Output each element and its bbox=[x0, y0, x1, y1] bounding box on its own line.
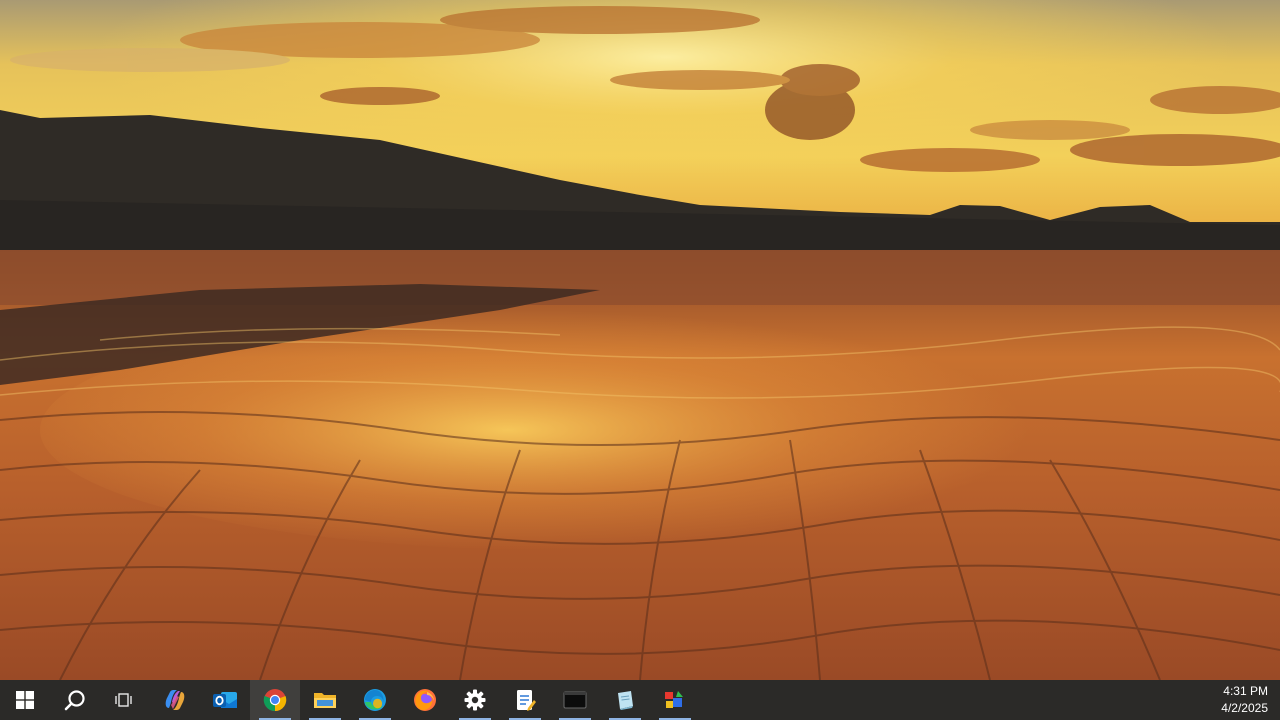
firefox-icon bbox=[414, 689, 436, 711]
system-clock[interactable]: 4:31 PM 4/2/2025 bbox=[1198, 680, 1268, 720]
taskbar bbox=[0, 680, 1280, 720]
chrome-icon bbox=[263, 689, 287, 712]
settings-icon bbox=[464, 689, 486, 711]
start-button[interactable] bbox=[0, 680, 50, 720]
task-view-button[interactable] bbox=[100, 680, 150, 720]
edge-icon bbox=[364, 689, 386, 711]
chrome-button[interactable] bbox=[250, 680, 300, 720]
outlook-icon bbox=[213, 692, 237, 708]
paint-button[interactable] bbox=[650, 680, 700, 720]
file-explorer-button[interactable] bbox=[300, 680, 350, 720]
outlook-button[interactable] bbox=[200, 680, 250, 720]
search-button[interactable] bbox=[50, 680, 100, 720]
copilot-button[interactable] bbox=[150, 680, 200, 720]
file-explorer-icon bbox=[314, 693, 336, 708]
notes-button[interactable] bbox=[600, 680, 650, 720]
terminal-icon bbox=[563, 691, 587, 709]
clock-date: 4/2/2025 bbox=[1221, 701, 1268, 715]
notepad-button[interactable] bbox=[500, 680, 550, 720]
task-view-icon bbox=[115, 693, 132, 707]
desktop-wallpaper bbox=[0, 0, 1280, 680]
desktop[interactable] bbox=[0, 0, 1280, 680]
search-icon bbox=[64, 690, 85, 711]
windows-start-icon bbox=[16, 691, 34, 709]
firefox-button[interactable] bbox=[400, 680, 450, 720]
settings-button[interactable] bbox=[450, 680, 500, 720]
copilot-icon bbox=[165, 690, 185, 710]
edge-button[interactable] bbox=[350, 680, 400, 720]
notes-icon bbox=[618, 691, 633, 710]
clock-time: 4:31 PM bbox=[1223, 684, 1268, 698]
terminal-button[interactable] bbox=[550, 680, 600, 720]
notepad-icon bbox=[517, 690, 536, 711]
paint-icon bbox=[665, 691, 683, 708]
